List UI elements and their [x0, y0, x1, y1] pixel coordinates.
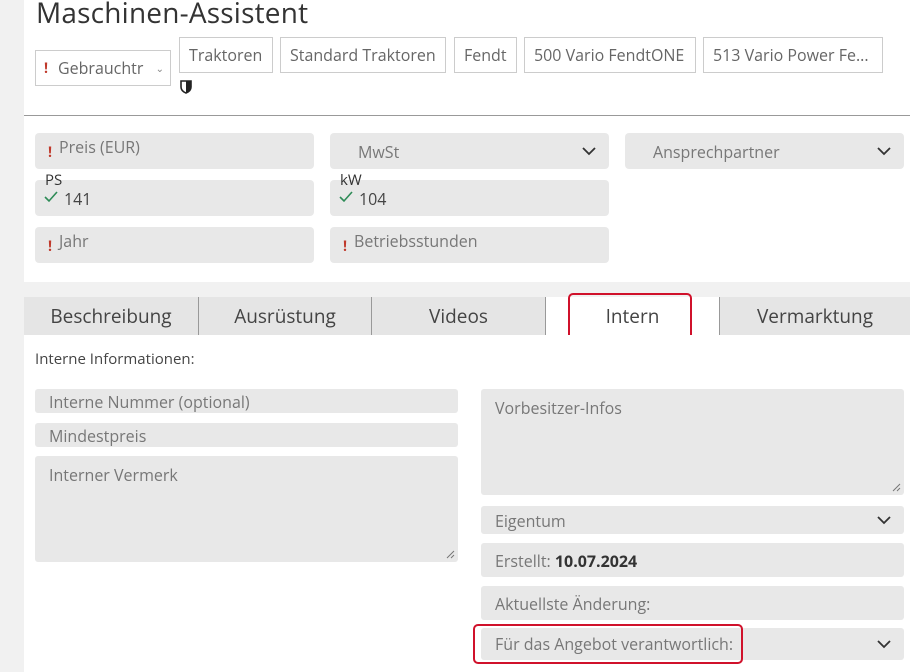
kw-label: kW: [340, 170, 362, 190]
breadcrumb-fendt[interactable]: Fendt: [454, 37, 517, 73]
breadcrumb-500-vario[interactable]: 500 Vario FendtONE: [524, 37, 696, 73]
condition-select[interactable]: ! Gebrauchtr ⌄: [35, 50, 171, 86]
resize-handle-icon[interactable]: [892, 483, 901, 492]
required-mark: !: [48, 143, 53, 162]
resize-handle-icon[interactable]: [446, 550, 455, 559]
highlight-box-responsible: [473, 624, 743, 664]
ps-value: 141: [64, 188, 92, 210]
intern-heading: Interne Informationen:: [35, 349, 195, 369]
price-field[interactable]: ! Preis (EUR): [35, 133, 314, 169]
condition-select-value: Gebrauchtr: [58, 57, 144, 79]
price-label: Preis (EUR): [59, 136, 140, 158]
previous-owner-placeholder: Vorbesitzer-Infos: [495, 397, 622, 419]
required-mark: !: [343, 237, 348, 256]
chevron-down-icon: [582, 147, 596, 156]
internal-number-placeholder: Interne Nummer (optional): [49, 391, 250, 413]
created-text: Erstellt: 10.07.2024: [495, 550, 637, 572]
chevron-down-icon: [877, 516, 891, 525]
chevron-down-icon: [877, 147, 891, 156]
chevron-down-icon: [877, 640, 891, 649]
created-label: Erstellt:: [495, 550, 551, 572]
hours-label: Betriebsstunden: [354, 230, 478, 252]
kw-value: 104: [359, 188, 387, 210]
tab-beschreibung[interactable]: Beschreibung: [24, 297, 199, 335]
shield-icon: [180, 80, 192, 94]
required-mark: !: [44, 58, 49, 78]
ps-label: PS: [45, 170, 63, 190]
kw-field[interactable]: 104: [330, 180, 609, 216]
contact-select[interactable]: Ansprechpartner: [625, 133, 904, 169]
last-change-field: Aktuellste Änderung:: [481, 586, 904, 620]
created-value: 10.07.2024: [554, 550, 638, 572]
ownership-select[interactable]: Eigentum: [481, 506, 904, 534]
internal-note-textarea[interactable]: Interner Vermerk: [35, 456, 458, 562]
previous-owner-textarea[interactable]: Vorbesitzer-Infos: [481, 389, 904, 495]
hours-field[interactable]: ! Betriebsstunden: [330, 227, 609, 263]
year-label: Jahr: [59, 230, 89, 252]
internal-note-placeholder: Interner Vermerk: [49, 464, 178, 486]
ps-field[interactable]: 141: [35, 180, 314, 216]
check-icon: [339, 191, 353, 203]
page-title: Maschinen-Assistent: [36, 0, 309, 32]
vat-select[interactable]: MwSt: [330, 133, 609, 169]
ownership-label: Eigentum: [495, 510, 566, 532]
chevron-down-icon: ⌄: [155, 61, 164, 75]
tab-bar: Beschreibung Ausrüstung Videos Intern Ve…: [24, 297, 910, 335]
required-mark: !: [48, 237, 53, 256]
tab-ausruestung[interactable]: Ausrüstung: [199, 297, 372, 335]
internal-number-input[interactable]: Interne Nummer (optional): [35, 389, 458, 413]
last-change-label: Aktuellste Änderung:: [495, 593, 651, 615]
check-icon: [44, 191, 58, 203]
created-field: Erstellt: 10.07.2024: [481, 543, 904, 577]
contact-label: Ansprechpartner: [653, 141, 780, 163]
breadcrumb-513-vario[interactable]: 513 Vario Power Fe...: [703, 37, 883, 73]
year-field[interactable]: ! Jahr: [35, 227, 314, 263]
tab-vermarktung[interactable]: Vermarktung: [719, 297, 910, 335]
min-price-input[interactable]: Mindestpreis: [35, 423, 458, 447]
breadcrumb-standard-traktoren[interactable]: Standard Traktoren: [280, 37, 446, 73]
vat-label: MwSt: [358, 141, 400, 163]
min-price-placeholder: Mindestpreis: [49, 425, 147, 447]
breadcrumb-traktoren[interactable]: Traktoren: [179, 37, 273, 73]
tab-videos[interactable]: Videos: [372, 297, 546, 335]
